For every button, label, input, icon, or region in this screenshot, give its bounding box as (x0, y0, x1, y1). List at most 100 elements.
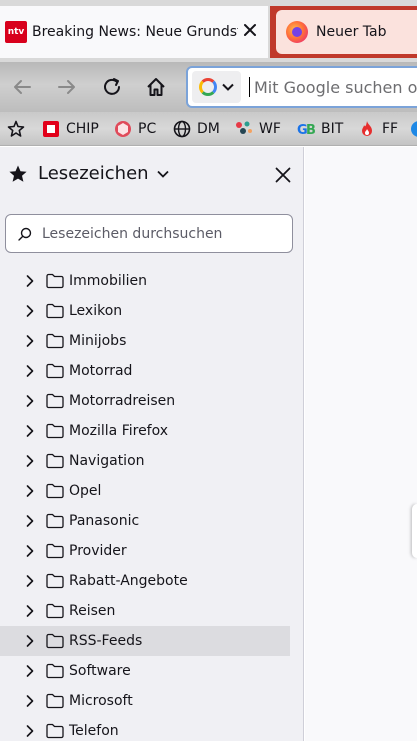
chip-icon (43, 121, 59, 137)
folder-icon (46, 333, 64, 349)
folder-icon (46, 273, 64, 289)
card-edge (412, 504, 417, 558)
chevron-right-icon[interactable] (24, 394, 36, 408)
folder-icon (46, 663, 64, 679)
bookmark-label: WF (259, 121, 281, 137)
chevron-right-icon[interactable] (24, 484, 36, 498)
home-button[interactable] (141, 72, 171, 102)
close-sidebar-button[interactable] (270, 162, 296, 188)
folder-icon (46, 363, 64, 379)
manage-bookmarks-button[interactable] (7, 118, 31, 140)
tab-title: Neuer Tab (316, 24, 387, 40)
bookmarks-search-box[interactable] (5, 214, 293, 253)
folder-icon (46, 453, 64, 469)
bookmark-folder-row[interactable]: Motorrad (0, 356, 290, 386)
chevron-right-icon[interactable] (24, 424, 36, 438)
bookmark-folder-label: Telefon (69, 723, 119, 739)
folder-icon (46, 633, 64, 649)
chevron-right-icon[interactable] (24, 694, 36, 708)
chevron-right-icon[interactable] (24, 274, 36, 288)
navigation-toolbar (0, 62, 417, 112)
folder-icon (46, 483, 64, 499)
bookmark-folder-row[interactable]: Motorradreisen (0, 386, 290, 416)
bookmark-bit[interactable]: GB BIT (297, 118, 343, 140)
bookmark-folder-row[interactable]: Opel (0, 476, 290, 506)
chevron-right-icon[interactable] (24, 724, 36, 738)
back-button[interactable] (7, 72, 37, 102)
bookmark-folder-row[interactable]: Provider (0, 536, 290, 566)
chevron-right-icon[interactable] (24, 634, 36, 648)
bookmark-wf[interactable]: WF (235, 118, 281, 140)
bookmark-dm[interactable]: DM (173, 118, 220, 140)
arrow-right-icon (58, 80, 75, 94)
close-tab-icon[interactable] (240, 20, 260, 40)
bookmark-folder-label: Motorradreisen (69, 393, 176, 409)
bookmark-pc[interactable]: PC (114, 118, 156, 140)
reload-icon (104, 78, 120, 95)
bookmark-folder-row[interactable]: Lexikon (0, 296, 290, 326)
arrow-left-icon (14, 80, 31, 94)
bookmark-label: PC (138, 121, 157, 137)
bookmark-folder-label: Panasonic (69, 513, 140, 529)
chevron-right-icon[interactable] (24, 364, 36, 378)
bookmark-folder-row[interactable]: Minijobs (0, 326, 290, 356)
bookmark-folder-row[interactable]: Rabatt-Angebote (0, 566, 290, 596)
bookmark-folder-row[interactable]: Immobilien (0, 266, 290, 296)
folder-icon (46, 303, 64, 319)
google-icon (199, 78, 218, 96)
chevron-right-icon[interactable] (24, 454, 36, 468)
bookmark-folder-label: Opel (69, 483, 102, 499)
chevron-right-icon[interactable] (24, 514, 36, 528)
bookmark-tree: Immobilien Lexikon Minijobs Motorrad Motorra… (0, 266, 303, 741)
chevron-right-icon[interactable] (24, 604, 36, 618)
bookmark-folder-row[interactable]: Navigation (0, 446, 290, 476)
bookmark-folder-row[interactable]: Microsoft (0, 686, 290, 716)
bookmark-folder-label: Software (69, 663, 131, 679)
bookmark-folder-row[interactable]: Telefon (0, 716, 290, 741)
svg-text:B: B (306, 123, 315, 138)
globe-icon (173, 120, 191, 138)
chevron-right-icon[interactable] (24, 574, 36, 588)
bookmark-folder-row[interactable]: Reisen (0, 596, 290, 626)
chevron-right-icon[interactable] (24, 334, 36, 348)
tab-title: Breaking News: Neue Grundsteuer (32, 24, 238, 40)
bookmark-folder-label: Immobilien (69, 273, 148, 289)
sidebar-switcher[interactable]: Lesezeichen (8, 163, 169, 184)
url-input[interactable] (254, 77, 417, 97)
bookmark-chip[interactable]: CHIP (42, 118, 99, 140)
bookmark-folder-label: Minijobs (69, 333, 127, 349)
bookmark-folder-row[interactable]: RSS-Feeds (0, 626, 290, 656)
bookmark-label: DM (197, 121, 220, 137)
bookmark-folder-row[interactable]: Panasonic (0, 506, 290, 536)
bookmark-label: BIT (321, 121, 344, 137)
tab-new-tab[interactable]: Neuer Tab (276, 10, 417, 54)
flame-icon (362, 121, 372, 136)
search-engine-button[interactable] (192, 71, 242, 103)
bookmark-folder-row[interactable]: Mozilla Firefox (0, 416, 290, 446)
home-icon (147, 78, 165, 96)
folder-icon (46, 573, 64, 589)
bookmark-folder-label: Motorrad (69, 363, 133, 379)
search-icon (18, 227, 32, 241)
bookmark-overflow[interactable] (410, 118, 417, 140)
chevron-right-icon[interactable] (24, 304, 36, 318)
reload-button[interactable] (97, 72, 127, 102)
tab-strip: ntv Breaking News: Neue Grundsteuer Neue… (0, 0, 417, 62)
chevron-right-icon[interactable] (24, 664, 36, 678)
page-content (305, 147, 417, 741)
wf-icon (236, 121, 252, 134)
bookmark-label: FF (382, 121, 399, 137)
bookmark-folder-row[interactable]: Software (0, 656, 290, 686)
chevron-right-icon[interactable] (24, 544, 36, 558)
folder-icon (46, 423, 64, 439)
folder-icon (46, 603, 64, 619)
bookmark-folder-label: Navigation (69, 453, 145, 469)
bookmarks-search-input[interactable] (42, 225, 282, 242)
forward-button[interactable] (52, 72, 82, 102)
tab-breaking-news[interactable]: ntv Breaking News: Neue Grundsteuer (0, 6, 268, 58)
text-caret (249, 77, 250, 97)
folder-icon (46, 393, 64, 409)
bookmark-folder-label: Lexikon (69, 303, 123, 319)
url-bar[interactable] (186, 66, 417, 108)
bookmark-ff[interactable]: FF (358, 118, 398, 140)
